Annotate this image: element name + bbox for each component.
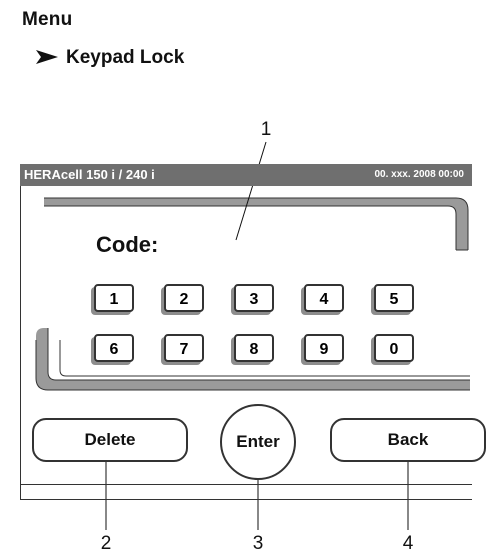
back-button[interactable]: Back [330, 418, 486, 462]
key-1[interactable]: 1 [94, 284, 134, 312]
screen-divider [20, 484, 472, 485]
delete-button[interactable]: Delete [32, 418, 188, 462]
key-4[interactable]: 4 [304, 284, 344, 312]
key-5[interactable]: 5 [374, 284, 414, 312]
callout-1: 1 [260, 119, 272, 140]
key-9[interactable]: 9 [304, 334, 344, 362]
enter-button[interactable]: Enter [220, 404, 296, 480]
callout-3: 3 [252, 533, 264, 554]
key-8[interactable]: 8 [234, 334, 274, 362]
screen-bottom-edge [20, 499, 472, 500]
key-6[interactable]: 6 [94, 334, 134, 362]
callout-2: 2 [100, 533, 112, 554]
callout-4: 4 [402, 533, 414, 554]
screen-left-edge [20, 186, 21, 500]
title-bar: HERAcell 150 i / 240 i 00. xxx. 2008 00:… [20, 164, 472, 186]
date-time: 00. xxx. 2008 00:00 [374, 169, 464, 180]
code-label: Code: [96, 232, 159, 257]
key-2[interactable]: 2 [164, 284, 204, 312]
key-0[interactable]: 0 [374, 334, 414, 362]
key-3[interactable]: 3 [234, 284, 274, 312]
model-name: HERAcell 150 i / 240 i [24, 167, 155, 182]
key-7[interactable]: 7 [164, 334, 204, 362]
